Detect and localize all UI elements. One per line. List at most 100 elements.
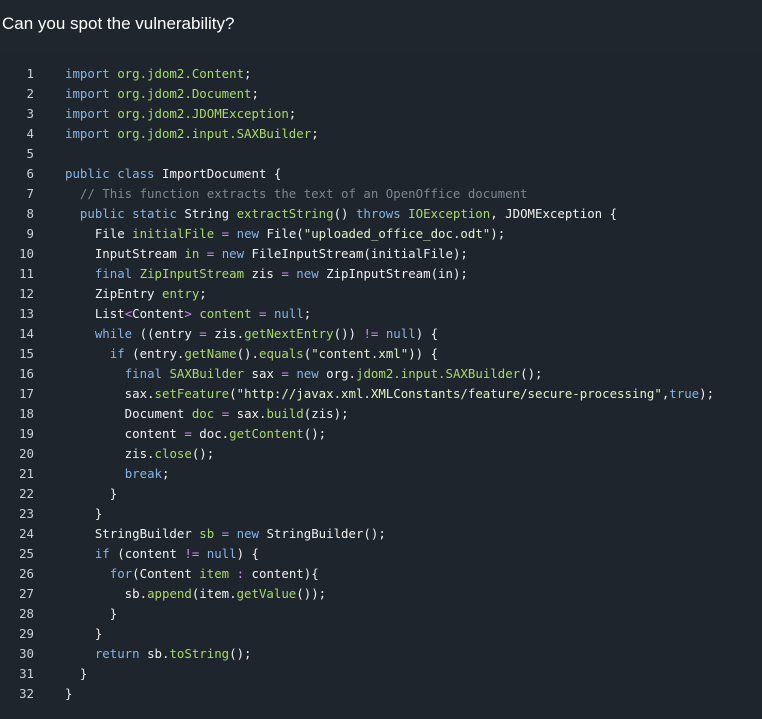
code-line: 3 import org.jdom2.JDOMException; [0, 104, 714, 124]
line-source: } [65, 626, 102, 641]
line-number: 32 [19, 686, 34, 701]
code-token: ); [699, 386, 715, 401]
code-token: content){ [244, 566, 319, 581]
code-token: "http://javax.xml.XMLConstants/feature/s… [236, 386, 662, 401]
code-token: if [94, 546, 118, 561]
code-token: InputStream [65, 246, 185, 261]
code-token: } [65, 506, 103, 521]
code-token: import [65, 86, 118, 101]
code-line: 17 sax.setFeature("http://javax.xml.XMLC… [0, 384, 714, 404]
line-number: 9 [26, 226, 34, 241]
code-line: 9 File initialFile = new File("uploaded_… [0, 224, 714, 244]
line-source: ZipEntry entry; [65, 286, 207, 301]
code-line: 32} [0, 684, 714, 704]
line-number: 17 [19, 386, 34, 401]
code-token: )) { [408, 346, 439, 361]
code-line: 7 // This function extracts the text of … [0, 184, 714, 204]
code-token: (item. [191, 586, 237, 601]
code-token: (Content [132, 566, 200, 581]
code-line: 20 zis.close(); [0, 444, 714, 464]
code-token: sb. [147, 646, 170, 661]
line-source: sax.setFeature("http://javax.xml.XMLCons… [65, 386, 714, 401]
code-token: : [236, 566, 245, 581]
code-token: final [94, 266, 140, 281]
line-number: 4 [26, 126, 34, 141]
code-token: break [124, 466, 162, 481]
line-number: 18 [19, 406, 34, 421]
line-source: } [65, 606, 117, 621]
code-token: entry [161, 286, 200, 301]
code-token: getName [184, 346, 237, 361]
code-line: 14 while ((entry = zis.getNextEntry()) !… [0, 324, 714, 344]
code-token: Content [132, 306, 185, 321]
line-number: 6 [26, 166, 34, 181]
line-source: // This function extracts the text of an… [65, 186, 528, 201]
line-number: 2 [26, 86, 34, 101]
code-token: zis. [206, 326, 245, 341]
code-token: "uploaded_office_doc.odt" [303, 226, 491, 241]
code-line: 15 if (entry.getName().equals("content.x… [0, 344, 714, 364]
code-token: FileInputStream(initialFile); [251, 246, 468, 261]
code-token: // This function extracts the text of an… [79, 186, 528, 201]
code-token: close [154, 446, 192, 461]
line-number: 29 [19, 626, 34, 641]
page-heading: Can you spot the vulnerability? [2, 14, 235, 33]
line-number: 5 [26, 146, 34, 161]
code-token: = [281, 266, 289, 281]
code-token: ZipInputStream(in); [326, 266, 468, 281]
code-token: in [184, 246, 200, 261]
line-number: 31 [19, 666, 34, 681]
code-token: getNextEntry [244, 326, 334, 341]
line-number: 13 [19, 306, 34, 321]
code-token: new [236, 526, 267, 541]
code-token: ; [244, 66, 252, 81]
line-source: while ((entry = zis.getNextEntry()) != n… [65, 326, 438, 341]
line-source: public static String extractString() thr… [65, 206, 617, 221]
code-line: 2 import org.jdom2.Document; [0, 84, 714, 104]
code-token: new [221, 246, 252, 261]
line-number: 3 [26, 106, 34, 121]
code-line: 5 [0, 144, 714, 164]
code-token: StringBuilder [65, 526, 200, 541]
code-token: null [385, 326, 416, 341]
line-source: return sb.toString(); [65, 646, 252, 661]
code-line: 23 } [0, 504, 714, 524]
code-line: 30 return sb.toString(); [0, 644, 714, 664]
code-token: String [184, 206, 237, 221]
code-token: ImportDocument { [161, 166, 282, 181]
line-number: 12 [19, 286, 34, 301]
code-token: != [363, 326, 379, 341]
line-number: 23 [19, 506, 34, 521]
code-line: 11 final ZipInputStream zis = new ZipInp… [0, 264, 714, 284]
code-token: = [281, 366, 289, 381]
code-token: ZipEntry [65, 286, 162, 301]
code-line: 22 } [0, 484, 714, 504]
line-source: zis.close(); [65, 446, 215, 461]
line-source: } [65, 686, 72, 701]
code-token: , JDOMException { [490, 206, 618, 221]
line-source: } [65, 506, 102, 521]
code-line: 25 if (content != null) { [0, 544, 714, 564]
code-token: toString [169, 646, 230, 661]
line-source: } [65, 486, 117, 501]
code-token: ) { [415, 326, 439, 341]
code-line: 21 break; [0, 464, 714, 484]
code-token: File [65, 226, 133, 241]
code-token: (zis); [303, 406, 349, 421]
code-token: zis [244, 266, 282, 281]
code-token: build [266, 406, 304, 421]
code-token: = [199, 326, 207, 341]
code-token: item [199, 566, 230, 581]
code-token: sax. [65, 386, 155, 401]
line-source: if (content != null) { [65, 546, 259, 561]
code-line: 12 ZipEntry entry; [0, 284, 714, 304]
code-token: equals [258, 346, 304, 361]
